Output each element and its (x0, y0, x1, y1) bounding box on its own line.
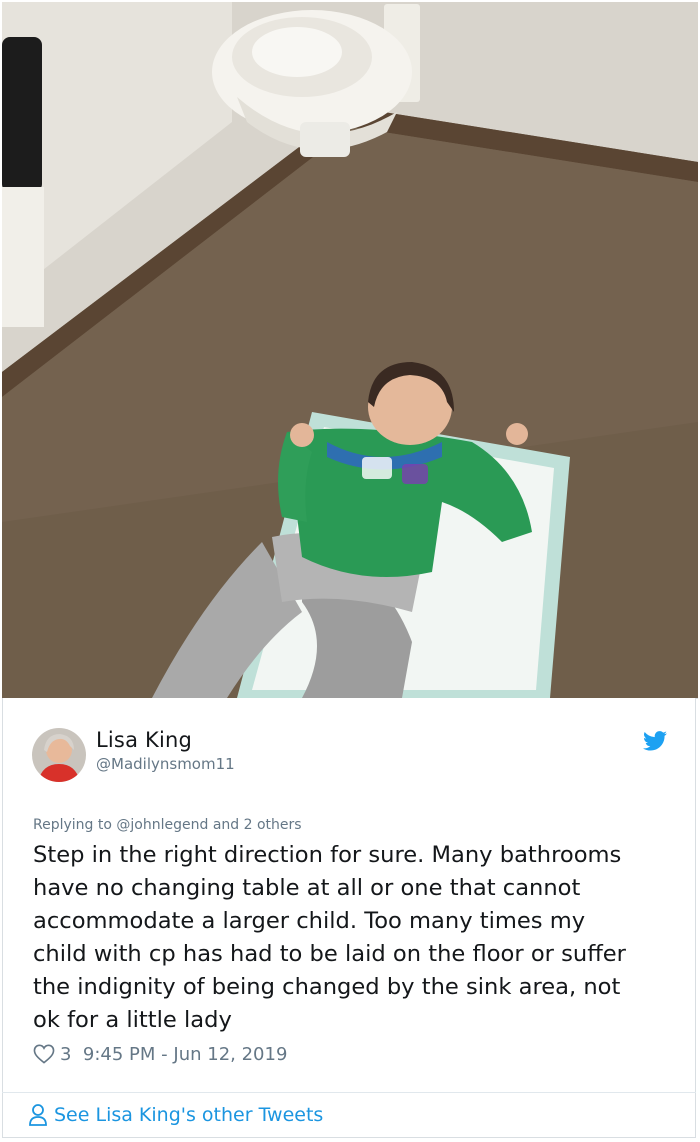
reply-mention-link[interactable]: @johnlegend (116, 817, 208, 833)
tweet-photo[interactable] (2, 2, 698, 699)
tweet-line: Step in the right direction for sure. Ma… (33, 842, 622, 868)
see-more-tweets-link[interactable]: See Lisa King's other Tweets (28, 1103, 323, 1127)
tweet-time[interactable]: 9:45 PM (83, 1044, 156, 1065)
twitter-bird-icon[interactable] (643, 731, 667, 751)
heart-icon[interactable] (33, 1044, 55, 1064)
tweet-line: ok for a little lady (33, 1007, 232, 1033)
tweet-meta: 3 9:45 PM - Jun 12, 2019 (33, 1041, 287, 1067)
reply-prefix: Replying to (33, 817, 112, 833)
reply-context: Replying to @johnlegend and 2 others (33, 817, 302, 833)
tweet-line: have no changing table at all or one tha… (33, 875, 581, 901)
avatar-image (32, 728, 86, 782)
divider (2, 1092, 696, 1093)
tweet-text: Step in the right direction for sure. Ma… (33, 839, 678, 1037)
tweet-line: child with cp has had to be laid on the … (33, 941, 626, 967)
see-more-label: See Lisa King's other Tweets (54, 1104, 324, 1126)
tweet-line: the indignity of being changed by the si… (33, 974, 621, 1000)
tweet-line: accommodate a larger child. Too many tim… (33, 908, 586, 934)
tweet-date[interactable]: Jun 12, 2019 (173, 1044, 287, 1065)
like-count[interactable]: 3 (60, 1044, 71, 1065)
author-handle[interactable]: @Madilynsmom11 (96, 755, 235, 773)
photo-illustration (2, 2, 698, 698)
author-name[interactable]: Lisa King (96, 728, 192, 752)
reply-others-link[interactable]: and 2 others (213, 817, 302, 833)
person-icon (29, 1104, 47, 1126)
meta-separator: - (155, 1043, 174, 1065)
avatar[interactable] (32, 728, 86, 782)
